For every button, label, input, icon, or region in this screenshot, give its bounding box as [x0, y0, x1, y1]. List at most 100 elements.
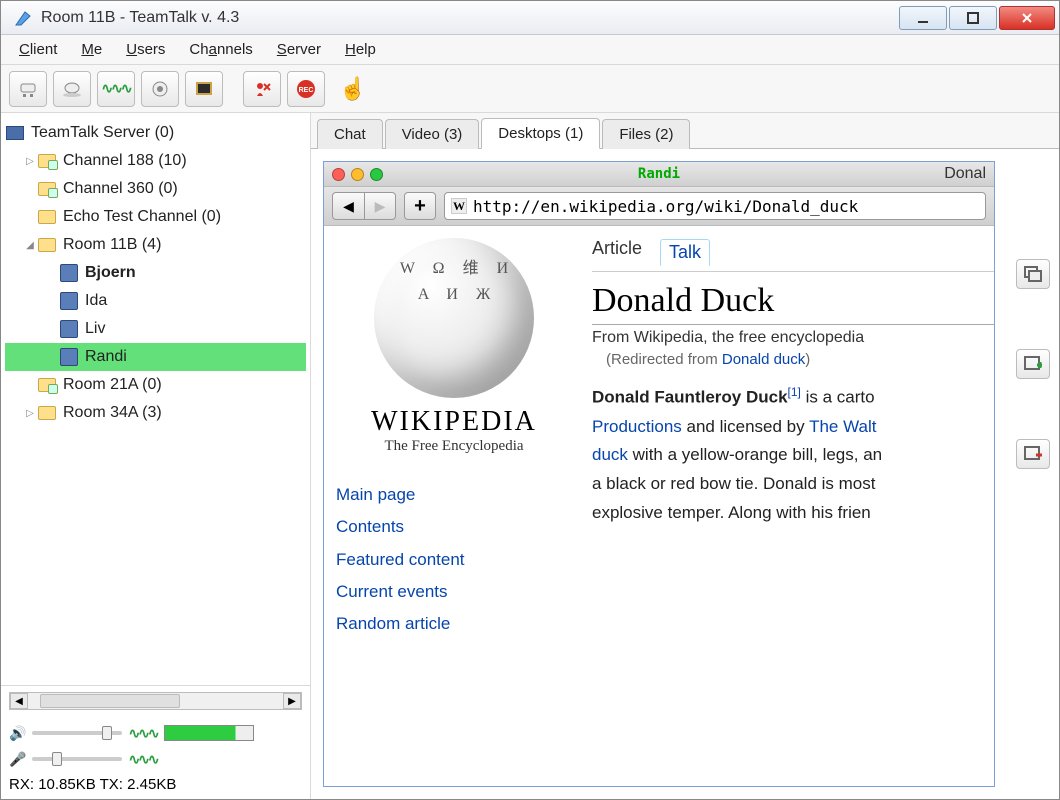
expand-icon[interactable]: ▷: [23, 408, 37, 419]
url-text: http://en.wikipedia.org/wiki/Donald_duck: [473, 197, 858, 216]
browser-url-field[interactable]: W http://en.wikipedia.org/wiki/Donald_du…: [444, 192, 986, 220]
tree-user-selected[interactable]: Randi: [5, 343, 306, 371]
desktop-area: Randi Donal ◀ ▶ + W http://en.wikiped: [311, 149, 1007, 799]
speaker-icon: 🔊: [9, 725, 26, 742]
user-icon: [59, 348, 79, 366]
wiki-logo[interactable]: WIKIPEDIA The Free Encyclopedia: [336, 238, 572, 455]
menu-help[interactable]: Help: [335, 37, 386, 62]
wiki-tab-talk[interactable]: Talk: [660, 239, 710, 266]
wave-icon: ∿∿∿: [101, 80, 130, 97]
mac-close-icon[interactable]: [332, 168, 345, 181]
folder-icon: [37, 208, 57, 226]
right-panel: Chat Video (3) Desktops (1) Files (2): [311, 113, 1059, 799]
connect-button[interactable]: [9, 71, 47, 107]
wiki-tab-article[interactable]: Article: [592, 238, 642, 265]
browser-back-button[interactable]: ◀: [332, 192, 364, 220]
tree-channel[interactable]: ▷ Room 34A (3): [5, 399, 306, 427]
tab-files[interactable]: Files (2): [602, 119, 690, 149]
browser-forward-button[interactable]: ▶: [364, 192, 396, 220]
wiki-tabs: Article Talk: [592, 238, 994, 272]
scroll-left-icon[interactable]: ◀: [10, 693, 28, 709]
folder-icon: [37, 180, 57, 198]
wiki-nav-link[interactable]: Current events: [336, 576, 572, 608]
wiki-nav-link[interactable]: Main page: [336, 479, 572, 511]
wiki-nav-link[interactable]: Featured content: [336, 544, 572, 576]
wiki-link[interactable]: Productions: [592, 417, 682, 436]
article-paragraph: Donald Fauntleroy Duck[1] is a carto Pro…: [592, 382, 994, 528]
blackboard-button[interactable]: [185, 71, 223, 107]
left-bottom-controls: ◀ ▶ 🔊 ∿∿∿ 🎤 ∿∿∿ RX: 10.85KB TX: 2.45KB: [1, 685, 310, 799]
shared-desktop-window[interactable]: Randi Donal ◀ ▶ + W http://en.wikiped: [323, 161, 995, 787]
minimize-button[interactable]: [899, 6, 947, 30]
tab-desktops[interactable]: Desktops (1): [481, 118, 600, 149]
menu-me[interactable]: Me: [71, 37, 112, 62]
tabstrip: Chat Video (3) Desktops (1) Files (2): [311, 113, 1059, 149]
wiki-sidebar: WIKIPEDIA The Free Encyclopedia Main pag…: [324, 226, 584, 786]
tree-server-root[interactable]: TeamTalk Server (0): [5, 119, 306, 147]
wiki-article: Article Talk Donald Duck From Wikipedia,…: [584, 226, 994, 786]
expand-icon[interactable]: ▷: [23, 156, 37, 167]
tree-channel[interactable]: ▷ Channel 188 (10): [5, 147, 306, 175]
menu-users[interactable]: Users: [116, 37, 175, 62]
mac-zoom-icon[interactable]: [370, 168, 383, 181]
wave-icon: ∿∿∿: [128, 751, 157, 768]
tab-chat[interactable]: Chat: [317, 119, 383, 149]
tree-channel[interactable]: Channel 360 (0): [5, 175, 306, 203]
wiki-link[interactable]: The Walt: [809, 417, 876, 436]
window-buttons: [899, 6, 1055, 30]
close-button[interactable]: [999, 6, 1055, 30]
popout-button[interactable]: [1016, 259, 1050, 289]
wiki-nav: Main page Contents Featured content Curr…: [336, 479, 572, 640]
scroll-thumb[interactable]: [40, 694, 180, 708]
favicon-icon: W: [451, 198, 467, 214]
collapse-icon[interactable]: ◢: [23, 240, 37, 251]
browser-add-button[interactable]: +: [404, 192, 436, 220]
remove-desktop-button[interactable]: [1016, 439, 1050, 469]
tree-hscrollbar[interactable]: ◀ ▶: [9, 692, 302, 710]
mic-slider[interactable]: [32, 757, 122, 761]
wiki-nav-link[interactable]: Random article: [336, 608, 572, 640]
folder-icon: [37, 376, 57, 394]
menu-channels[interactable]: Channels: [179, 37, 262, 62]
redirect-link[interactable]: Donald duck: [722, 351, 805, 368]
net-status: RX: 10.85KB TX: 2.45KB: [9, 776, 302, 793]
tree-channel-open[interactable]: ◢ Room 11B (4): [5, 231, 306, 259]
wiki-globe-icon: [374, 238, 534, 398]
mac-minimize-icon[interactable]: [351, 168, 364, 181]
titlebar: Room 11B - TeamTalk v. 4.3: [1, 1, 1059, 35]
user-icon: [59, 264, 79, 282]
server-icon: [5, 124, 25, 142]
tree-user[interactable]: Ida: [5, 287, 306, 315]
menu-client[interactable]: Client: [9, 37, 67, 62]
traffic-lights: [332, 168, 383, 181]
webcam-button[interactable]: [53, 71, 91, 107]
kick-button[interactable]: [243, 71, 281, 107]
wiki-page: WIKIPEDIA The Free Encyclopedia Main pag…: [324, 226, 994, 786]
article-title: Donald Duck: [592, 282, 994, 325]
tab-video[interactable]: Video (3): [385, 119, 480, 149]
sound-button[interactable]: ∿∿∿: [97, 71, 135, 107]
svg-text:REC: REC: [299, 87, 314, 94]
menu-server[interactable]: Server: [267, 37, 331, 62]
menubar: Client Me Users Channels Server Help: [1, 35, 1059, 65]
tree-channel[interactable]: Echo Test Channel (0): [5, 203, 306, 231]
article-redirect: (Redirected from Donald duck): [606, 351, 994, 368]
volume-slider[interactable]: [32, 731, 122, 735]
desktop-side-buttons: [1007, 149, 1059, 799]
window-title: Room 11B - TeamTalk v. 4.3: [41, 9, 899, 27]
camera-button[interactable]: [141, 71, 179, 107]
maximize-button[interactable]: [949, 6, 997, 30]
tree-user[interactable]: Bjoern: [5, 259, 306, 287]
pointer-icon[interactable]: ☝️: [339, 76, 366, 102]
tree-channel[interactable]: Room 21A (0): [5, 371, 306, 399]
wiki-link[interactable]: duck: [592, 445, 628, 464]
user-icon: [59, 292, 79, 310]
channel-tree[interactable]: TeamTalk Server (0) ▷ Channel 188 (10) C…: [1, 113, 310, 685]
scroll-right-icon[interactable]: ▶: [283, 693, 301, 709]
wiki-nav-link[interactable]: Contents: [336, 511, 572, 543]
folder-open-icon: [37, 236, 57, 254]
wave-icon: ∿∿∿: [128, 725, 157, 742]
add-desktop-button[interactable]: [1016, 349, 1050, 379]
tree-user[interactable]: Liv: [5, 315, 306, 343]
record-button[interactable]: REC: [287, 71, 325, 107]
